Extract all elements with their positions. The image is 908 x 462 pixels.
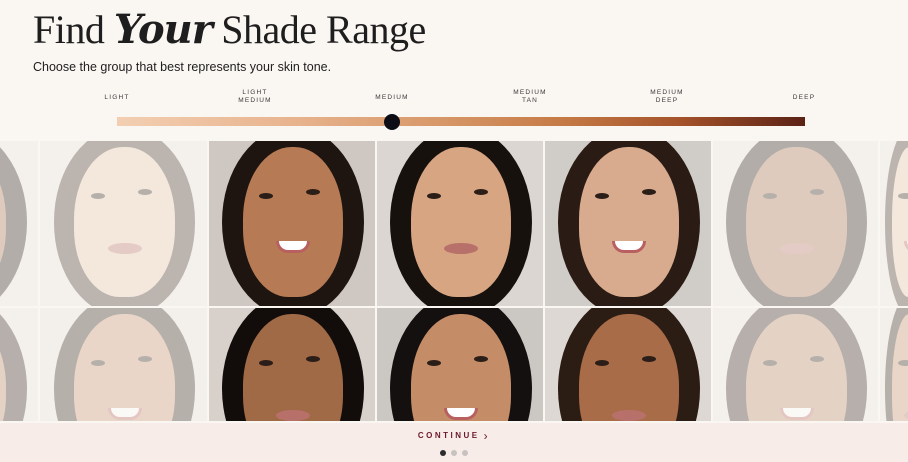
pagination-dot[interactable]: [462, 450, 468, 456]
portrait-image: [0, 141, 38, 306]
subtitle: Choose the group that best represents yo…: [33, 60, 332, 74]
tone-label-light[interactable]: LIGHT: [104, 94, 129, 102]
footer-bar: CONTINUE ›: [0, 423, 908, 462]
face-tile[interactable]: [40, 141, 209, 308]
chevron-right-icon: ›: [483, 428, 491, 443]
face-grid: [0, 141, 908, 423]
pagination-dot[interactable]: [451, 450, 457, 456]
page-title: Find Your Shade Range: [33, 6, 426, 53]
face-tile[interactable]: [713, 308, 880, 423]
pagination-dots: [440, 450, 468, 456]
portrait-image: [209, 141, 375, 306]
pagination-dot[interactable]: [440, 450, 446, 456]
continue-label: CONTINUE: [417, 431, 480, 440]
title-script-word: Your: [113, 6, 213, 53]
face-tile[interactable]: [880, 308, 908, 423]
portrait-image: [713, 141, 878, 306]
slider-thumb[interactable]: [384, 113, 401, 130]
face-tile[interactable]: [713, 141, 880, 308]
tone-label-medium[interactable]: MEDIUM: [375, 94, 409, 102]
portrait-image: [713, 308, 878, 421]
shade-slider[interactable]: [117, 113, 805, 130]
portrait-image: [377, 308, 543, 421]
tone-label-deep[interactable]: DEEP: [793, 94, 816, 102]
face-tile[interactable]: [545, 308, 713, 423]
portrait-image: [377, 141, 543, 306]
face-tile[interactable]: [880, 141, 908, 308]
face-tile[interactable]: [0, 141, 40, 308]
face-tile[interactable]: [545, 141, 713, 308]
continue-button[interactable]: CONTINUE ›: [417, 428, 491, 443]
portrait-image: [40, 141, 207, 306]
portrait-image: [545, 141, 711, 306]
tone-label-medium-deep[interactable]: MEDIUM DEEP: [650, 89, 684, 105]
face-tile[interactable]: [209, 141, 377, 308]
title-prefix: Find: [33, 7, 105, 52]
portrait-image: [545, 308, 711, 421]
face-tile[interactable]: [377, 308, 545, 423]
face-tile[interactable]: [0, 308, 40, 423]
face-tile[interactable]: [377, 141, 545, 308]
tone-label-medium-tan[interactable]: MEDIUM TAN: [513, 89, 547, 105]
portrait-image: [40, 308, 207, 421]
tone-label-light-medium[interactable]: LIGHT MEDIUM: [238, 89, 272, 105]
tone-labels: LIGHT LIGHT MEDIUM MEDIUM MEDIUM TAN MED…: [0, 89, 908, 111]
face-tile[interactable]: [209, 308, 377, 423]
portrait-image: [880, 141, 908, 306]
portrait-image: [209, 308, 375, 421]
portrait-image: [880, 308, 908, 421]
portrait-image: [0, 308, 38, 421]
face-tile[interactable]: [40, 308, 209, 423]
title-suffix: Shade Range: [221, 7, 426, 52]
